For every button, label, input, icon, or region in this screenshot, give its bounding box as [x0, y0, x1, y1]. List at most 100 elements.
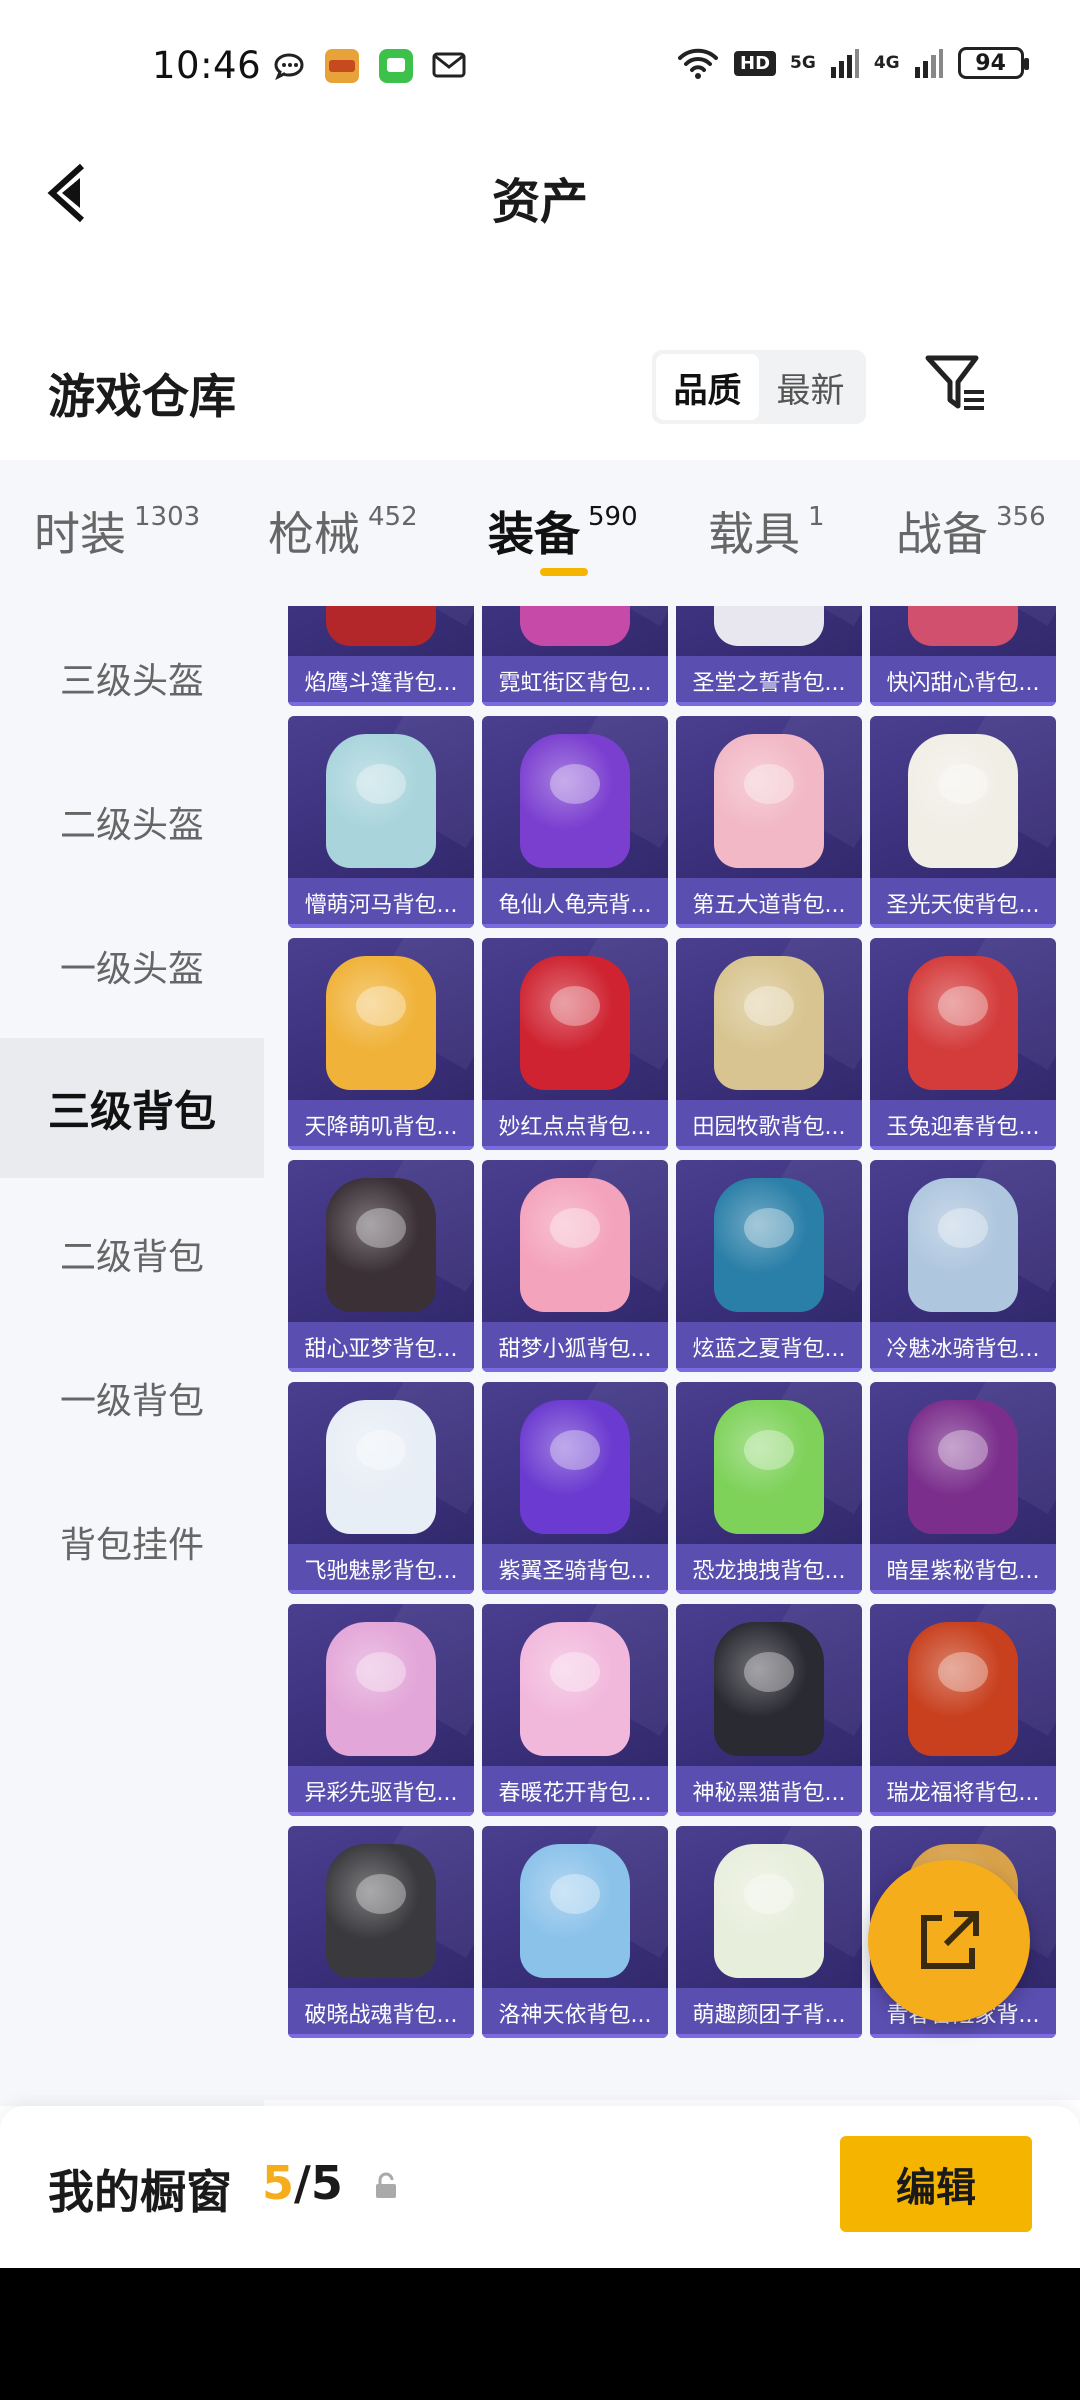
- sidebar-item-backpack-lv2[interactable]: 二级背包: [0, 1184, 264, 1324]
- item-card[interactable]: 洛神天依背包...: [482, 1826, 668, 2038]
- item-card[interactable]: 破晓战魂背包...: [288, 1826, 474, 2038]
- item-name: 玉兔迎春背包...: [870, 1100, 1056, 1150]
- status-time: 10:46: [152, 44, 262, 87]
- item-card[interactable]: 异彩先驱背包...: [288, 1604, 474, 1816]
- page-title: 资产: [491, 174, 588, 230]
- sidebar-item-helmet-lv2[interactable]: 二级头盔: [0, 752, 264, 892]
- sidebar-item-backpack-lv3[interactable]: 三级背包: [0, 1038, 264, 1178]
- backpack-image: [326, 606, 436, 646]
- item-card[interactable]: 炫蓝之夏背包...: [676, 1160, 862, 1372]
- item-card[interactable]: 紫翼圣骑背包...: [482, 1382, 668, 1594]
- item-card[interactable]: 玉兔迎春背包...: [870, 938, 1056, 1150]
- backpack-image: [714, 1400, 824, 1534]
- app-screen: 10:46 HD 5G 4G 94 资产 游戏仓库 品质 最新 时装 1303 …: [0, 0, 1080, 2268]
- item-name: 霓虹街区背包...: [482, 656, 668, 706]
- backpack-image: [326, 1400, 436, 1534]
- item-card[interactable]: 萌趣颜团子背...: [676, 1826, 862, 2038]
- tab-count: 452: [368, 502, 418, 532]
- item-name: 懵萌河马背包...: [288, 878, 474, 928]
- tab-equipment[interactable]: 装备 590: [488, 498, 638, 564]
- item-name: 暗星紫秘背包...: [870, 1544, 1056, 1594]
- item-card[interactable]: 龟仙人龟壳背...: [482, 716, 668, 928]
- signal-icon: [830, 49, 859, 78]
- backpack-image: [714, 606, 824, 646]
- item-card[interactable]: 焰鹰斗篷背包...: [288, 606, 474, 706]
- item-name: 破晓战魂背包...: [288, 1988, 474, 2038]
- network-4g-label: 4G: [873, 53, 900, 73]
- item-name: 快闪甜心背包...: [870, 656, 1056, 706]
- system-navigation-area: [0, 2268, 1080, 2400]
- item-name: 萌趣颜团子背...: [676, 1988, 862, 2038]
- tab-label: 载具: [708, 507, 800, 561]
- backpack-image: [908, 1400, 1018, 1534]
- item-card[interactable]: 飞驰魅影背包...: [288, 1382, 474, 1594]
- wifi-icon: [678, 48, 718, 79]
- active-tab-indicator: [540, 568, 588, 576]
- sidebar-item-helmet-lv1[interactable]: 一级头盔: [0, 896, 264, 1036]
- backpack-image: [908, 1178, 1018, 1312]
- sidebar-item-backpack-lv1[interactable]: 一级背包: [0, 1328, 264, 1468]
- tab-fashion[interactable]: 时装 1303: [34, 498, 200, 564]
- tab-label: 战备: [896, 507, 988, 561]
- notification-icons: [272, 48, 468, 84]
- item-card[interactable]: 田园牧歌背包...: [676, 938, 862, 1150]
- item-card[interactable]: 甜心亚梦背包...: [288, 1160, 474, 1372]
- backpack-image: [908, 606, 1018, 646]
- backpack-image: [520, 956, 630, 1090]
- tab-count: 1303: [134, 502, 201, 532]
- share-button[interactable]: [868, 1860, 1030, 2022]
- game-app-icon: [325, 49, 359, 83]
- item-name: 神秘黑猫背包...: [676, 1766, 862, 1816]
- item-card[interactable]: 春暖花开背包...: [482, 1604, 668, 1816]
- item-card[interactable]: 天降萌叽背包...: [288, 938, 474, 1150]
- item-card[interactable]: 冷魅冰骑背包...: [870, 1160, 1056, 1372]
- item-name: 洛神天依背包...: [482, 1988, 668, 2038]
- status-bar: 10:46 HD 5G 4G 94: [0, 0, 1080, 130]
- item-name: 甜梦小狐背包...: [482, 1322, 668, 1372]
- item-name: 紫翼圣骑背包...: [482, 1544, 668, 1594]
- tab-label: 装备: [488, 507, 580, 561]
- item-card[interactable]: 第五大道背包...: [676, 716, 862, 928]
- sort-by-quality[interactable]: 品质: [656, 354, 759, 420]
- item-card[interactable]: 懵萌河马背包...: [288, 716, 474, 928]
- lock-icon[interactable]: [372, 2172, 400, 2200]
- item-card[interactable]: 快闪甜心背包...: [870, 606, 1056, 706]
- item-card[interactable]: 神秘黑猫背包...: [676, 1604, 862, 1816]
- showcase-count: 5/5: [262, 2156, 343, 2210]
- subcategory-sidebar: 三级头盔 二级头盔 一级头盔 三级背包 二级背包 一级背包 背包挂件: [0, 606, 264, 2106]
- item-card[interactable]: 暗星紫秘背包...: [870, 1382, 1056, 1594]
- item-card[interactable]: 甜梦小狐背包...: [482, 1160, 668, 1372]
- backpack-image: [520, 734, 630, 868]
- filter-icon[interactable]: [924, 352, 988, 416]
- item-name: 飞驰魅影背包...: [288, 1544, 474, 1594]
- backpack-image: [714, 1844, 824, 1978]
- item-name: 春暖花开背包...: [482, 1766, 668, 1816]
- sort-toggle: 品质 最新: [652, 350, 866, 424]
- backpack-image: [326, 1844, 436, 1978]
- item-name: 焰鹰斗篷背包...: [288, 656, 474, 706]
- backpack-image: [326, 1622, 436, 1756]
- backpack-image: [714, 734, 824, 868]
- tab-vehicles[interactable]: 载具 1: [708, 498, 825, 564]
- tab-count: 590: [588, 502, 638, 532]
- tab-count: 356: [996, 502, 1046, 532]
- showcase-label: 我的橱窗: [48, 2165, 232, 2219]
- tab-firearms[interactable]: 枪械 452: [268, 498, 418, 564]
- showcase-bar: 我的橱窗 5/5 编辑: [0, 2106, 1080, 2268]
- page-header: 资产: [0, 130, 1080, 260]
- item-card[interactable]: 妙红点点背包...: [482, 938, 668, 1150]
- sidebar-item-backpack-pendant[interactable]: 背包挂件: [0, 1472, 264, 1612]
- tab-combat-gear[interactable]: 战备 356: [896, 498, 1046, 564]
- battery-indicator: 94: [957, 47, 1029, 79]
- item-card[interactable]: 圣堂之誓背包...: [676, 606, 862, 706]
- backpack-image: [520, 1400, 630, 1534]
- item-card[interactable]: 瑞龙福将背包...: [870, 1604, 1056, 1816]
- item-name: 恐龙拽拽背包...: [676, 1544, 862, 1594]
- item-card[interactable]: 圣光天使背包...: [870, 716, 1056, 928]
- item-card[interactable]: 霓虹街区背包...: [482, 606, 668, 706]
- item-card[interactable]: 恐龙拽拽背包...: [676, 1382, 862, 1594]
- backpack-image: [326, 1178, 436, 1312]
- sidebar-item-helmet-lv3[interactable]: 三级头盔: [0, 608, 264, 748]
- sort-by-newest[interactable]: 最新: [759, 354, 862, 420]
- edit-button[interactable]: 编辑: [840, 2136, 1032, 2232]
